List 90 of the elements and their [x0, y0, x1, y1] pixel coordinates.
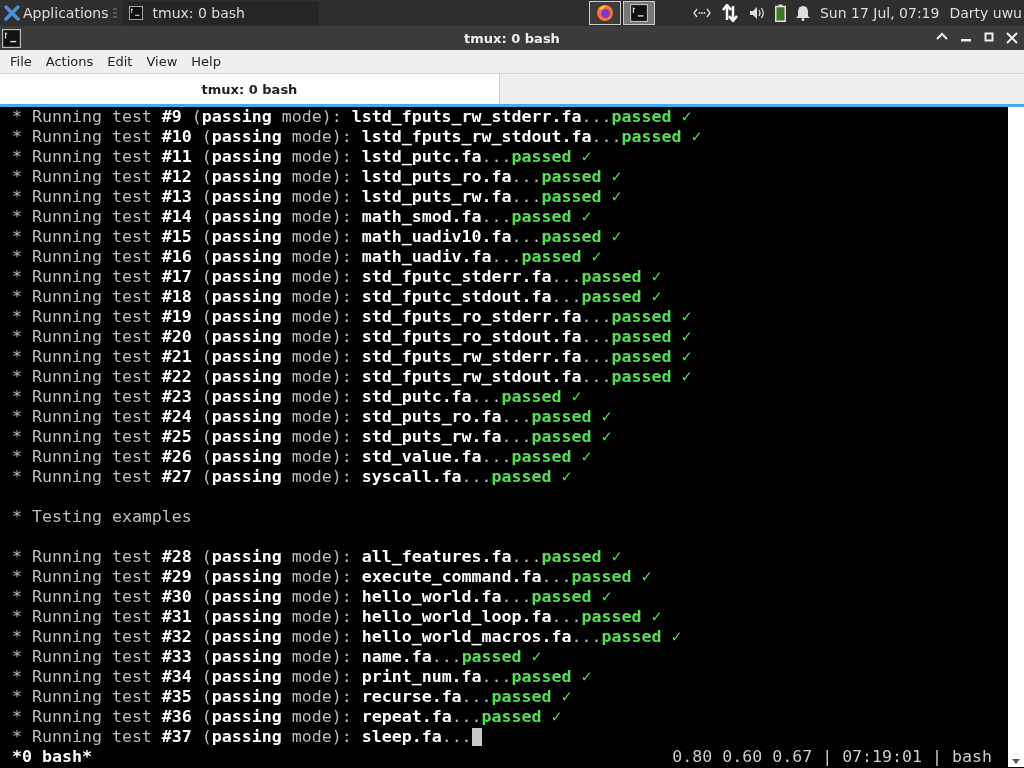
terminal-line: * Running test #30 (passing mode): hello_world.fa... — [12, 587, 532, 607]
test-result: passed ✓ — [531, 407, 612, 427]
terminal-line: * Running test #37 (passing mode): sleep.fa... — [12, 727, 472, 747]
terminal-line: * Running test #9 (passing mode): lstd_fputs_rw_stderr.fa... — [12, 107, 612, 127]
test-result: passed ✓ — [611, 327, 692, 347]
test-result: passed ✓ — [611, 107, 692, 127]
menu-item[interactable]: Actions — [38, 54, 101, 69]
user-name[interactable]: Darty uwu — [949, 5, 1022, 21]
test-result: passed ✓ — [491, 687, 572, 707]
test-result: passed ✓ — [611, 347, 692, 367]
terminal-line: * Running test #32 (passing mode): hello_world_macros.fa... — [12, 627, 602, 647]
scrollbar[interactable] — [1008, 107, 1024, 767]
shade-icon[interactable] — [936, 32, 948, 40]
terminal-line: * Running test #12 (passing mode): lstd_puts_ro.fa... — [12, 167, 542, 187]
test-result: passed ✓ — [501, 387, 582, 407]
terminal-line: * Running test #26 (passing mode): std_value.fa... — [12, 447, 512, 467]
terminal-line: * Running test #14 (passing mode): math_smod.fa... — [12, 207, 512, 227]
terminal-line: * Running test #22 (passing mode): std_fputs_rw_stdout.fa... — [12, 367, 612, 387]
test-result: passed ✓ — [511, 147, 592, 167]
test-result: passed ✓ — [511, 667, 592, 687]
close-icon[interactable] — [1006, 32, 1018, 44]
terminal-line: * Running test #27 (passing mode): syscall.fa... — [12, 467, 492, 487]
terminal-icon — [128, 6, 143, 20]
up-down-arrows-icon[interactable] — [720, 4, 739, 22]
terminal-line: * Running test #20 (passing mode): std_fputs_ro_stdout.fa... — [12, 327, 612, 347]
terminal-line: * Running test #29 (passing mode): execute_command.fa... — [12, 567, 572, 587]
tab[interactable]: tmux: 0 bash — [0, 74, 500, 104]
fox-globe-icon — [595, 4, 614, 22]
terminal-line: * Running test #35 (passing mode): recurse.fa... — [12, 687, 492, 707]
menu-item[interactable]: File — [3, 54, 39, 69]
test-result: passed ✓ — [581, 287, 662, 307]
down-arrow-icon[interactable] — [1012, 759, 1020, 764]
test-result: passed ✓ — [611, 307, 692, 327]
menu-item[interactable]: View — [139, 54, 185, 69]
terminal-line: * Running test #10 (passing mode): lstd_fputs_rw_stdout.fa... — [12, 127, 622, 147]
terminal-line: * Running test #21 (passing mode): std_fputs_rw_stderr.fa... — [12, 347, 612, 367]
bell-icon[interactable] — [795, 5, 810, 21]
terminal-icon — [629, 4, 648, 22]
test-result: passed ✓ — [541, 547, 622, 567]
test-result: passed ✓ — [541, 227, 622, 247]
terminal-line: * Running test #13 (passing mode): lstd_puts_rw.fa... — [12, 187, 542, 207]
test-result: passed ✓ — [491, 467, 572, 487]
menu-item[interactable]: Help — [184, 54, 228, 69]
network-icon[interactable] — [692, 8, 711, 18]
test-result: passed ✓ — [461, 647, 542, 667]
test-result: passed ✓ — [621, 127, 702, 147]
terminal-line: * Running test #18 (passing mode): std_fputc_stdout.fa... — [12, 287, 582, 307]
terminal-line: * Running test #15 (passing mode): math_uadiv10.fa... — [12, 227, 542, 247]
terminal-line: * Running test #33 (passing mode): name.fa... — [12, 647, 462, 667]
handle-icon — [112, 8, 117, 18]
terminal-icon — [2, 28, 21, 48]
tmux-window-label: *0 bash* — [12, 747, 92, 767]
test-result: passed ✓ — [481, 707, 562, 727]
terminal-line: * Running test #31 (passing mode): hello_world_loop.fa... — [12, 607, 582, 627]
test-result: passed ✓ — [541, 187, 622, 207]
terminal-line: * Running test #25 (passing mode): std_puts_rw.fa... — [12, 427, 532, 447]
terminal-line: * Running test #28 (passing mode): all_features.fa... — [12, 547, 542, 567]
test-result: passed ✓ — [581, 607, 662, 627]
test-result: passed ✓ — [601, 627, 682, 647]
cursor — [471, 728, 482, 746]
test-result: passed ✓ — [571, 567, 652, 587]
tmux-status-info: 0.80 0.60 0.67 | 07:19:01 | bash — [672, 747, 992, 767]
terminal-line: * Testing examples — [12, 507, 192, 527]
test-result: passed ✓ — [531, 427, 612, 447]
terminal-line: * Running test #36 (passing mode): repeat.fa... — [12, 707, 482, 727]
test-result: passed ✓ — [541, 167, 622, 187]
launcher-button[interactable] — [622, 1, 655, 25]
maximize-icon[interactable] — [984, 32, 994, 42]
taskbar-button[interactable]: tmux: 0 bash — [122, 1, 319, 25]
test-result: passed ✓ — [581, 267, 662, 287]
terminal-line: * Running test #34 (passing mode): print_num.fa... — [12, 667, 512, 687]
terminal-line: * Running test #23 (passing mode): std_putc.fa... — [12, 387, 502, 407]
window-title: tmux: 0 bash — [464, 30, 560, 46]
test-result: passed ✓ — [521, 247, 602, 267]
test-result: passed ✓ — [511, 207, 592, 227]
battery-icon[interactable] — [774, 4, 786, 22]
clock[interactable]: Sun 17 Jul, 07:19 — [819, 5, 940, 21]
x-logo-icon — [4, 5, 20, 21]
terminal-line: * Running test #19 (passing mode): std_fputs_ro_stderr.fa... — [12, 307, 612, 327]
test-result: passed ✓ — [531, 587, 612, 607]
applications-menu[interactable]: Applications — [0, 0, 113, 26]
menu-item[interactable]: Edit — [100, 54, 140, 69]
terminal-line: * Running test #11 (passing mode): lstd_putc.fa... — [12, 147, 512, 167]
terminal-line: * Running test #17 (passing mode): std_fputc_stderr.fa... — [12, 267, 582, 287]
test-result: passed ✓ — [511, 447, 592, 467]
volume-icon[interactable] — [748, 6, 765, 20]
terminal-line: * Running test #24 (passing mode): std_puts_ro.fa... — [12, 407, 532, 427]
terminal-line: * Running test #16 (passing mode): math_uadiv.fa... — [12, 247, 522, 267]
test-result: passed ✓ — [611, 367, 692, 387]
launcher-button[interactable] — [588, 1, 621, 25]
